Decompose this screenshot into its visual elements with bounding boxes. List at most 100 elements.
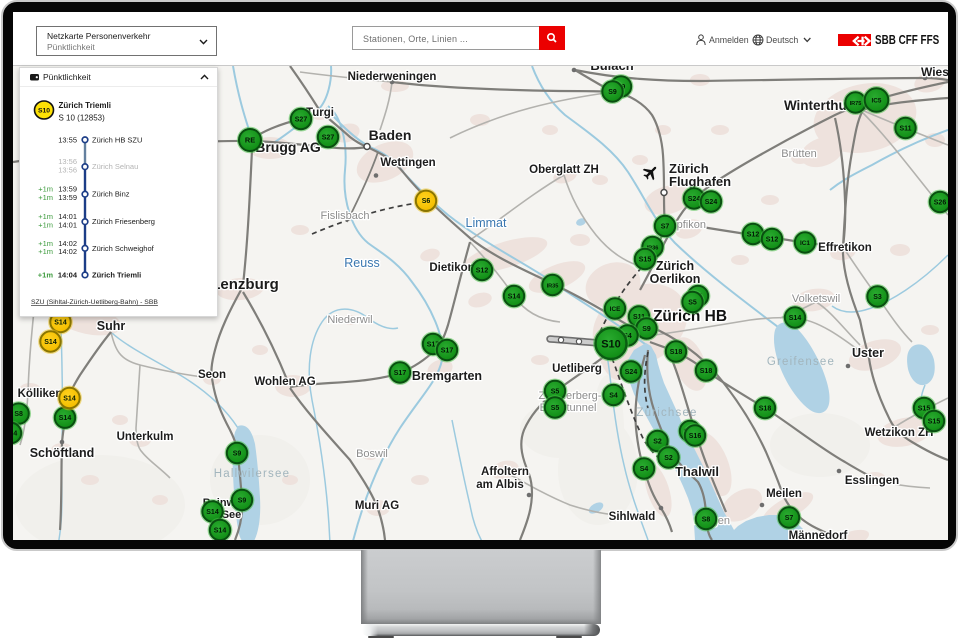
svg-text:S4: S4 bbox=[640, 466, 649, 473]
svg-text:Esslingen: Esslingen bbox=[845, 475, 899, 487]
svg-text:14:01: 14:01 bbox=[58, 221, 77, 230]
svg-text:Winterthur: Winterthur bbox=[784, 98, 853, 113]
svg-text:S9: S9 bbox=[233, 450, 242, 457]
svg-text:S14: S14 bbox=[54, 319, 67, 326]
svg-text:RE: RE bbox=[245, 135, 255, 144]
svg-text:13:59: 13:59 bbox=[58, 193, 77, 202]
svg-text:S18: S18 bbox=[700, 368, 713, 375]
svg-text:Oberglatt ZH: Oberglatt ZH bbox=[529, 164, 599, 176]
svg-text:Baden: Baden bbox=[369, 127, 412, 143]
svg-text:S27: S27 bbox=[322, 134, 335, 141]
svg-text:+1m: +1m bbox=[38, 193, 53, 202]
svg-text:Schöftland: Schöftland bbox=[30, 446, 95, 460]
svg-text:S14: S14 bbox=[789, 315, 802, 322]
svg-text:S8: S8 bbox=[14, 411, 23, 418]
svg-text:S14: S14 bbox=[206, 509, 219, 516]
svg-text:Zürich Selnau: Zürich Selnau bbox=[92, 162, 138, 171]
svg-text:S16: S16 bbox=[689, 433, 702, 440]
svg-text:Thalwil: Thalwil bbox=[675, 464, 719, 479]
svg-text:S10: S10 bbox=[38, 108, 50, 115]
svg-text:Bremgarten: Bremgarten bbox=[412, 369, 482, 383]
svg-text:Dietikon: Dietikon bbox=[429, 262, 474, 274]
svg-text:Volketswil: Volketswil bbox=[792, 293, 840, 305]
svg-text:Zürichsee: Zürichsee bbox=[636, 407, 697, 419]
svg-text:Zürich Schweighof: Zürich Schweighof bbox=[92, 244, 155, 253]
svg-text:Zürich HB SZU: Zürich HB SZU bbox=[92, 135, 142, 144]
svg-text:IR75: IR75 bbox=[850, 101, 862, 107]
svg-text:S15: S15 bbox=[928, 418, 941, 425]
svg-text:S8: S8 bbox=[702, 516, 711, 523]
svg-text:Zürich Binz: Zürich Binz bbox=[92, 190, 130, 199]
svg-text:am Albis: am Albis bbox=[476, 479, 524, 491]
svg-text:S9: S9 bbox=[238, 497, 247, 504]
svg-text:Brugg AG: Brugg AG bbox=[255, 139, 321, 155]
svg-text:S5: S5 bbox=[688, 299, 697, 306]
svg-text:Seon: Seon bbox=[198, 369, 226, 381]
svg-text:Muri AG: Muri AG bbox=[355, 500, 399, 512]
svg-text:S6: S6 bbox=[422, 198, 431, 205]
svg-text:S14: S14 bbox=[508, 293, 521, 300]
svg-text:S9: S9 bbox=[608, 89, 617, 96]
svg-text:+1m: +1m bbox=[38, 247, 53, 256]
svg-text:Zürich: Zürich bbox=[656, 259, 694, 273]
svg-text:Uster: Uster bbox=[852, 346, 884, 360]
svg-text:S14: S14 bbox=[44, 339, 57, 346]
svg-text:S24: S24 bbox=[688, 196, 701, 203]
svg-text:S5: S5 bbox=[551, 388, 560, 395]
svg-text:S3: S3 bbox=[873, 294, 882, 301]
svg-text:13:56: 13:56 bbox=[58, 166, 77, 175]
svg-text:+1m: +1m bbox=[38, 221, 53, 230]
svg-text:13:55: 13:55 bbox=[58, 135, 77, 144]
svg-text:S27: S27 bbox=[295, 116, 308, 123]
svg-text:Oerlikon: Oerlikon bbox=[650, 272, 701, 286]
svg-text:S12: S12 bbox=[476, 267, 489, 274]
svg-text:S14: S14 bbox=[214, 527, 227, 534]
svg-text:Niederwil: Niederwil bbox=[327, 314, 372, 326]
svg-text:S24: S24 bbox=[625, 369, 638, 376]
svg-text:+1m: +1m bbox=[38, 270, 54, 279]
svg-text:Meilen: Meilen bbox=[766, 488, 802, 500]
svg-text:S26: S26 bbox=[934, 199, 947, 206]
svg-text:Affoltern: Affoltern bbox=[481, 466, 529, 478]
svg-text:S17: S17 bbox=[441, 347, 454, 354]
svg-text:S5: S5 bbox=[551, 405, 560, 412]
svg-text:Niederweningen: Niederweningen bbox=[348, 71, 437, 83]
svg-text:Brütten: Brütten bbox=[781, 148, 816, 160]
svg-text:S11: S11 bbox=[899, 125, 911, 132]
svg-text:Kölliken: Kölliken bbox=[18, 388, 63, 400]
svg-text:Zürich Triemli: Zürich Triemli bbox=[59, 101, 111, 110]
svg-text:Sihlwald: Sihlwald bbox=[609, 511, 656, 523]
svg-text:Greifensee: Greifensee bbox=[767, 356, 835, 368]
svg-text:Boswil: Boswil bbox=[356, 448, 388, 460]
svg-text:14:02: 14:02 bbox=[58, 247, 77, 256]
svg-text:S4: S4 bbox=[609, 392, 618, 399]
svg-text:Anmelden: Anmelden bbox=[709, 35, 749, 45]
svg-text:Fislisbach: Fislisbach bbox=[321, 210, 370, 222]
svg-text:S10: S10 bbox=[601, 338, 621, 350]
svg-text:S7: S7 bbox=[785, 515, 794, 522]
svg-text:IC5: IC5 bbox=[872, 97, 882, 104]
svg-text:Wiesendangen: Wiesendangen bbox=[921, 66, 948, 79]
svg-text:Bülach: Bülach bbox=[590, 66, 633, 73]
svg-text:Männedorf: Männedorf bbox=[789, 530, 848, 540]
svg-text:S12: S12 bbox=[766, 236, 779, 243]
svg-text:ICE: ICE bbox=[610, 306, 621, 313]
svg-text:IR35: IR35 bbox=[547, 283, 559, 289]
svg-text:Suhr: Suhr bbox=[97, 319, 126, 333]
svg-text:Limmat: Limmat bbox=[466, 216, 508, 230]
svg-text:Lenzburg: Lenzburg bbox=[211, 276, 279, 293]
svg-text:Unterkulm: Unterkulm bbox=[117, 431, 174, 443]
svg-text:S24: S24 bbox=[705, 199, 718, 206]
svg-text:Hallwilersee: Hallwilersee bbox=[214, 468, 290, 480]
svg-text:Wetzikon ZH: Wetzikon ZH bbox=[865, 427, 934, 439]
svg-text:IC1: IC1 bbox=[800, 240, 810, 247]
svg-text:Wohlen AG: Wohlen AG bbox=[254, 376, 315, 388]
svg-text:S2: S2 bbox=[653, 438, 662, 445]
svg-text:S17: S17 bbox=[394, 370, 407, 377]
svg-text:S9: S9 bbox=[642, 326, 651, 333]
svg-text:S18: S18 bbox=[670, 349, 683, 356]
svg-text:S12: S12 bbox=[747, 231, 760, 238]
svg-text:S14: S14 bbox=[59, 415, 72, 422]
svg-text:14:04: 14:04 bbox=[58, 270, 78, 279]
svg-text:Zürich Triemli: Zürich Triemli bbox=[92, 270, 141, 279]
